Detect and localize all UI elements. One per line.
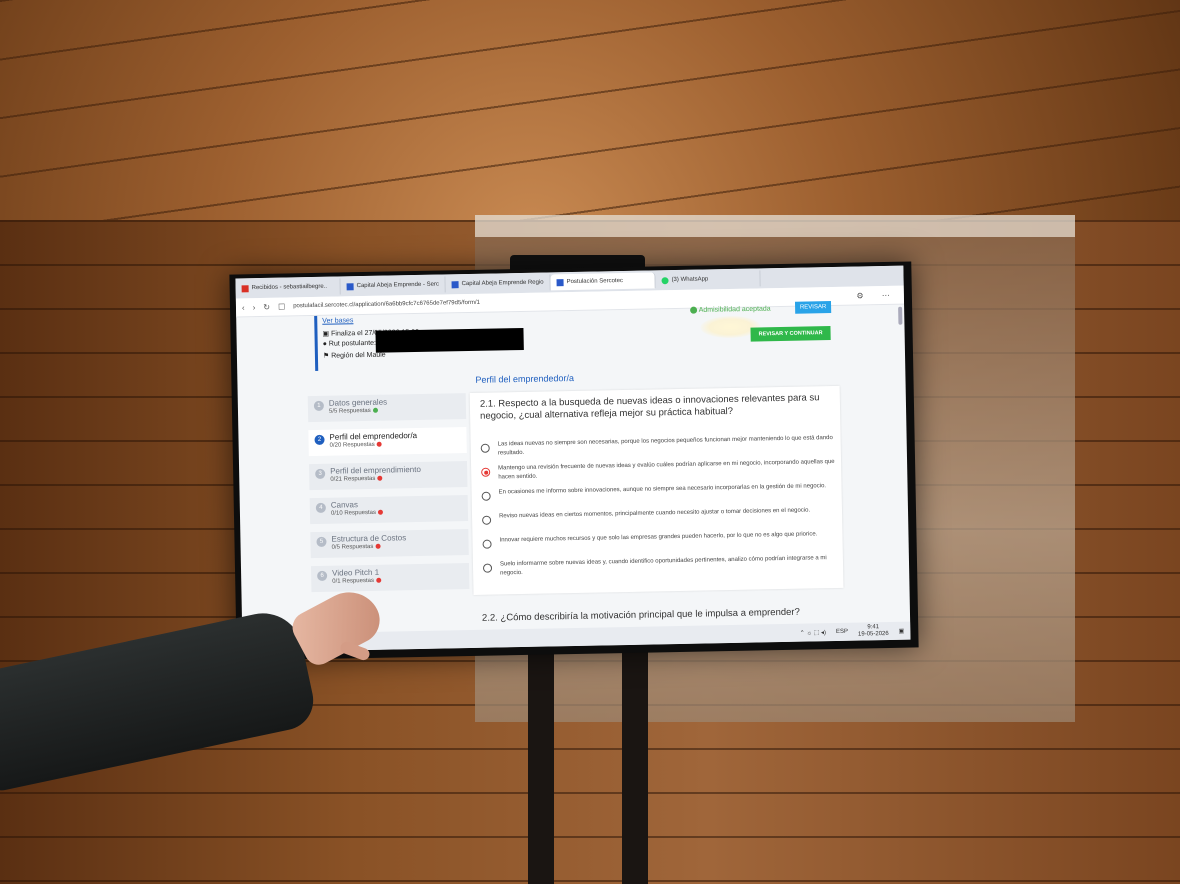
- step-title: Perfil del emprendimiento: [330, 464, 421, 476]
- bases-link[interactable]: Ver bases: [322, 317, 353, 325]
- tab-label: Capital Abeja Emprende - Serc: [356, 281, 440, 290]
- redaction-box: [375, 327, 524, 353]
- success-dot-icon: [372, 407, 378, 413]
- forward-icon[interactable]: ›: [253, 303, 256, 312]
- language-indicator[interactable]: ESP: [836, 629, 848, 635]
- scrollbar[interactable]: [898, 306, 903, 325]
- option-text: Suelo informarme sobre nuevas ideas y, c…: [499, 555, 827, 577]
- clock[interactable]: 9:41 19-05-2026: [858, 624, 889, 639]
- question-2-title: 2.2. ¿Cómo describiría la motivación pri…: [481, 606, 800, 624]
- radio-button[interactable]: [482, 539, 492, 549]
- tab-label: Capital Abeja Emprende Regio: [461, 279, 544, 288]
- review-continue-button[interactable]: REVISAR Y CONTINUAR: [750, 326, 831, 342]
- step-number: 5: [316, 536, 327, 547]
- radio-button[interactable]: [481, 491, 491, 501]
- gmail-icon: [241, 284, 249, 292]
- option-text: Reviso nuevas ideas en ciertos momentos,…: [498, 507, 811, 520]
- sercotec-icon: [451, 280, 459, 288]
- step-title: Perfil del emprendedor/a: [329, 431, 418, 442]
- sercotec-icon: [556, 278, 564, 286]
- question-card: 2.1. Respecto a la busqueda de nuevas id…: [469, 385, 844, 595]
- browser-tab[interactable]: Capital Abeja Emprende - Serc: [340, 276, 446, 295]
- tab-label: (3) WhatsApp: [671, 276, 709, 284]
- steps-sidebar: 1 Datos generales 5/5 Respuestas 2 Perfil de…: [307, 393, 470, 600]
- error-dot-icon: [375, 543, 381, 549]
- tab-label: Recibidos - sebastiailbegre..: [251, 283, 328, 292]
- answer-option[interactable]: Innovar requiere muchos recursos y que s…: [482, 530, 837, 549]
- answer-option[interactable]: Suelo informarme sobre nuevas ideas y, c…: [482, 554, 838, 579]
- step-number: 1: [313, 400, 324, 411]
- extension-icons[interactable]: ⚙ ⋯: [856, 290, 898, 300]
- radio-button[interactable]: [481, 467, 491, 477]
- tab-label: Postulación Sercotec: [566, 278, 623, 286]
- radio-button[interactable]: [480, 443, 490, 453]
- error-dot-icon: [375, 577, 382, 583]
- browser-tab[interactable]: Recibidos - sebastiailbegre..: [235, 278, 341, 297]
- step-item[interactable]: 2 Perfil del emprendedor/a 0/20 Respuestas: [308, 427, 467, 457]
- step-title: Estructura de Costos: [331, 533, 407, 544]
- option-text: En ocasiones me informo sobre innovacion…: [498, 483, 827, 496]
- tv-stand-pole-right: [622, 650, 648, 884]
- bookmark-icon[interactable]: ☐: [278, 302, 285, 311]
- page-content: Ver bases ▣ Finaliza el 27/05/2026 15:00…: [236, 301, 910, 636]
- step-responses: 0/10 Respuestas: [331, 509, 384, 517]
- tray-icons[interactable]: ⌃ ☼ ⬚ ◂): [800, 629, 826, 637]
- answer-option[interactable]: En ocasiones me informo sobre innovacion…: [481, 482, 837, 501]
- step-responses: 0/20 Respuestas: [330, 441, 418, 449]
- answer-option[interactable]: Mantengo una revisión frecuente de nueva…: [481, 458, 836, 483]
- answer-option[interactable]: Las ideas nuevas no siempre son necesari…: [480, 434, 836, 459]
- program-header: Ver bases ▣ Finaliza el 27/05/2026 15:00…: [280, 301, 881, 377]
- step-responses: 5/5 Respuestas: [329, 407, 387, 415]
- notifications-icon[interactable]: ▣: [899, 627, 905, 634]
- error-dot-icon: [377, 475, 383, 481]
- step-responses: 0/1 Respuestas: [332, 577, 382, 585]
- tv-stand-pole-left: [528, 650, 554, 884]
- step-title: Canvas: [330, 500, 359, 510]
- answer-option[interactable]: Reviso nuevas ideas en ciertos momentos,…: [482, 506, 837, 525]
- whatsapp-icon: [661, 276, 669, 284]
- step-number: 6: [317, 570, 328, 581]
- section-title: Perfil del emprendedor/a: [475, 372, 575, 385]
- option-text: Las ideas nuevas no siempre son necesari…: [497, 435, 833, 457]
- step-item[interactable]: 6 Video Pitch 1 0/1 Respuestas: [310, 563, 470, 593]
- check-circle-icon: [690, 306, 698, 314]
- sercotec-icon: [346, 282, 354, 290]
- step-item[interactable]: 1 Datos generales 5/5 Respuestas: [307, 393, 467, 423]
- option-text: Mantengo una revisión frecuente de nueva…: [498, 458, 835, 481]
- review-top-button[interactable]: REVISAR: [794, 301, 832, 314]
- admissibility-status: Admisibilidad aceptada: [690, 305, 771, 314]
- step-responses: 0/21 Respuestas: [330, 475, 421, 483]
- step-item[interactable]: 3 Perfil del emprendimiento 0/21 Respuesta…: [309, 461, 468, 491]
- error-dot-icon: [376, 441, 382, 447]
- radio-button[interactable]: [482, 515, 492, 525]
- question-title: 2.1. Respecto a la busqueda de nuevas id…: [479, 392, 820, 422]
- browser-tab[interactable]: Capital Abeja Emprende Regio: [445, 274, 551, 293]
- step-title: Datos generales: [328, 397, 388, 408]
- step-number: 3: [315, 468, 326, 479]
- back-icon[interactable]: ‹: [242, 303, 245, 312]
- browser-tab[interactable]: (3) WhatsApp: [655, 270, 761, 289]
- step-item[interactable]: 4 Canvas 0/10 Respuestas: [309, 495, 469, 525]
- browser-tab[interactable]: Postulación Sercotec: [550, 272, 656, 291]
- step-title: Video Pitch 1: [332, 567, 380, 578]
- error-dot-icon: [377, 509, 384, 515]
- step-item[interactable]: 5 Estructura de Costos 0/5 Respuestas: [310, 529, 469, 559]
- header-accent-bar: [314, 315, 319, 371]
- option-text: Innovar requiere muchos recursos y que s…: [499, 531, 818, 544]
- radio-button[interactable]: [482, 563, 493, 573]
- reload-icon[interactable]: ↻: [263, 302, 270, 311]
- step-number: 2: [314, 434, 325, 445]
- step-responses: 0/5 Respuestas: [332, 543, 407, 551]
- step-number: 4: [315, 502, 326, 513]
- rut-label: ● Rut postulante:: [322, 339, 377, 348]
